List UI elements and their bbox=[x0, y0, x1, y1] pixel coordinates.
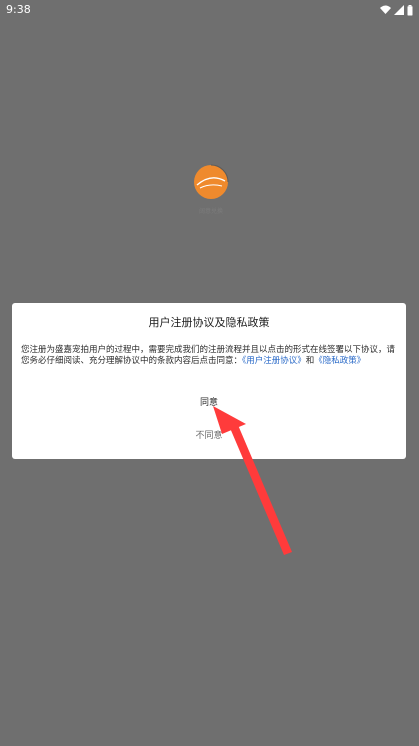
app-name: 阔意兑换 bbox=[198, 208, 223, 215]
dialog-title: 用户注册协议及隐私政策 bbox=[148, 316, 270, 329]
status-icons bbox=[380, 4, 413, 16]
status-time: 9:38 bbox=[6, 3, 31, 16]
disagree-button[interactable]: 不同意 bbox=[179, 425, 239, 447]
status-bar: 9:38 bbox=[0, 0, 419, 22]
app-logo bbox=[189, 160, 233, 204]
wifi-icon bbox=[380, 5, 391, 15]
privacy-policy-link[interactable]: 《隐私政策》 bbox=[314, 356, 365, 366]
dialog-body: 您注册为盛嘉宠拍用户的过程中，需要完成我们的注册流程并且以点击的形式在线签署以下… bbox=[21, 345, 397, 367]
agreement-dialog: 用户注册协议及隐私政策 您注册为盛嘉宠拍用户的过程中，需要完成我们的注册流程并且… bbox=[12, 303, 406, 459]
battery-icon bbox=[407, 4, 413, 16]
agree-button[interactable]: 同意 bbox=[179, 392, 239, 414]
user-agreement-link[interactable]: 《用户注册协议》 bbox=[242, 356, 306, 366]
signal-icon bbox=[394, 5, 404, 15]
